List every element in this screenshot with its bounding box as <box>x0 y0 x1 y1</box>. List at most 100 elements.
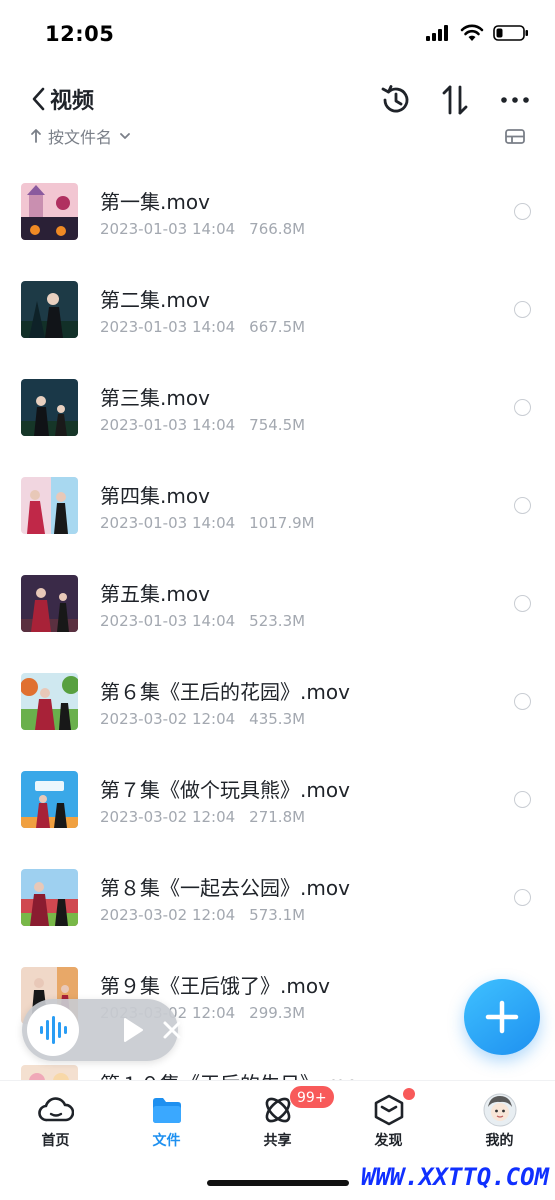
file-name: 第五集.mov <box>100 582 210 606</box>
nav-bar: 视频 <box>0 75 555 125</box>
tab-profile[interactable]: 我的 <box>444 1081 555 1156</box>
history-button[interactable] <box>378 82 414 118</box>
file-name: 第７集《做个玩具熊》.mov <box>100 778 350 802</box>
file-date: 2023-03-02 12:04 <box>100 906 236 924</box>
file-size: 667.5M <box>249 318 306 336</box>
file-size: 271.8M <box>249 808 306 826</box>
select-checkbox[interactable] <box>514 595 531 612</box>
file-row[interactable]: 第６集《王后的花园》.mov 2023-03-02 12:04 435.3M <box>0 650 555 748</box>
file-name: 第一集.mov <box>100 190 210 214</box>
file-meta: 2023-01-03 14:04 523.3M <box>100 612 305 630</box>
view-toggle-button[interactable] <box>503 125 527 149</box>
file-date: 2023-01-03 14:04 <box>100 220 236 238</box>
file-size: 523.3M <box>249 612 306 630</box>
select-checkbox[interactable] <box>514 301 531 318</box>
status-time: 12:05 <box>45 22 115 46</box>
folder-icon <box>153 1098 181 1123</box>
more-button[interactable] <box>497 82 533 118</box>
cube-icon <box>374 1094 404 1126</box>
status-bar: 12:05 <box>0 0 555 70</box>
file-date: 2023-01-03 14:04 <box>100 514 236 532</box>
sort-bar: 按文件名 <box>0 122 555 152</box>
file-size: 1017.9M <box>249 514 315 532</box>
file-name: 第１０集《王后的生日》.mov <box>100 1068 370 1080</box>
back-button[interactable]: 视频 <box>30 83 94 115</box>
play-button[interactable] <box>118 1016 146 1044</box>
page-title: 视频 <box>50 89 95 114</box>
sort-button[interactable] <box>437 82 473 118</box>
file-date: 2023-01-03 14:04 <box>100 416 236 434</box>
video-thumbnail <box>21 1065 78 1080</box>
tab-bar: 首页 文件 共享 发现 我的 <box>0 1080 555 1155</box>
file-row[interactable]: 第三集.mov 2023-01-03 14:04 754.5M <box>0 356 555 454</box>
file-name: 第四集.mov <box>100 484 210 508</box>
list-view-icon <box>505 129 525 144</box>
file-date: 2023-01-03 14:04 <box>100 318 236 336</box>
file-row[interactable]: 第７集《做个玩具熊》.mov 2023-03-02 12:04 271.8M <box>0 748 555 846</box>
video-thumbnail <box>21 281 78 338</box>
select-checkbox[interactable] <box>514 791 531 808</box>
file-size: 435.3M <box>249 710 306 728</box>
sort-arrows-icon <box>442 85 468 115</box>
select-checkbox[interactable] <box>514 889 531 906</box>
file-row[interactable]: 第一集.mov 2023-01-03 14:04 766.8M <box>0 160 555 258</box>
tab-label: 我的 <box>485 1133 514 1149</box>
tab-label: 文件 <box>152 1133 181 1149</box>
share-count-badge: 99+ <box>289 1085 335 1109</box>
wifi-icon <box>460 24 484 41</box>
select-checkbox[interactable] <box>514 693 531 710</box>
status-icons <box>425 24 529 42</box>
video-thumbnail <box>21 379 78 436</box>
video-thumbnail <box>21 869 78 926</box>
sort-selector[interactable]: 按文件名 <box>30 124 132 148</box>
file-meta: 2023-03-02 12:04 435.3M <box>100 710 305 728</box>
file-row[interactable]: 第五集.mov 2023-01-03 14:04 523.3M <box>0 552 555 650</box>
file-size: 299.3M <box>249 1004 306 1022</box>
file-date: 2023-03-02 12:04 <box>100 710 236 728</box>
tab-discover[interactable]: 发现 <box>333 1081 444 1156</box>
tab-label: 首页 <box>41 1133 70 1149</box>
mini-player[interactable] <box>22 999 181 1061</box>
file-meta: 2023-03-02 12:04 271.8M <box>100 808 305 826</box>
sort-label: 按文件名 <box>48 128 113 147</box>
select-checkbox[interactable] <box>514 497 531 514</box>
file-row[interactable]: 第８集《一起去公园》.mov 2023-03-02 12:04 573.1M <box>0 846 555 944</box>
watermark: WWW.XXTTQ.COM <box>361 1163 549 1191</box>
file-name: 第８集《一起去公园》.mov <box>100 876 350 900</box>
select-checkbox[interactable] <box>514 203 531 220</box>
file-meta: 2023-01-03 14:04 766.8M <box>100 220 305 238</box>
battery-icon <box>493 25 528 41</box>
tab-files[interactable]: 文件 <box>111 1081 222 1156</box>
file-size: 573.1M <box>249 906 306 924</box>
file-meta: 2023-03-02 12:04 573.1M <box>100 906 305 924</box>
tab-home[interactable]: 首页 <box>0 1081 111 1156</box>
video-thumbnail <box>21 771 78 828</box>
tab-label: 发现 <box>374 1133 403 1149</box>
close-player-button[interactable] <box>160 1018 184 1042</box>
file-size: 766.8M <box>249 220 306 238</box>
file-meta: 2023-01-03 14:04 754.5M <box>100 416 305 434</box>
file-row[interactable]: 第四集.mov 2023-01-03 14:04 1017.9M <box>0 454 555 552</box>
tab-label: 共享 <box>263 1133 292 1149</box>
avatar-icon <box>483 1093 517 1127</box>
file-name: 第６集《王后的花园》.mov <box>100 680 350 704</box>
more-dots-icon <box>501 97 529 103</box>
video-thumbnail <box>21 673 78 730</box>
cellular-signal-icon <box>426 25 448 41</box>
plus-icon <box>485 1000 519 1034</box>
cloud-icon <box>38 1097 74 1122</box>
close-icon <box>163 1021 181 1039</box>
audio-wave-icon <box>40 1016 67 1044</box>
video-thumbnail <box>21 575 78 632</box>
file-row[interactable]: 第二集.mov 2023-01-03 14:04 667.5M <box>0 258 555 356</box>
add-button[interactable] <box>464 979 540 1055</box>
home-indicator <box>207 1180 349 1186</box>
notification-dot <box>403 1088 415 1100</box>
play-icon <box>124 1018 143 1042</box>
video-thumbnail <box>21 477 78 534</box>
chevron-down-icon <box>120 133 130 139</box>
audio-wave-button[interactable] <box>27 1004 79 1056</box>
chevron-left-icon <box>32 87 45 111</box>
file-date: 2023-03-02 12:04 <box>100 808 236 826</box>
select-checkbox[interactable] <box>514 399 531 416</box>
